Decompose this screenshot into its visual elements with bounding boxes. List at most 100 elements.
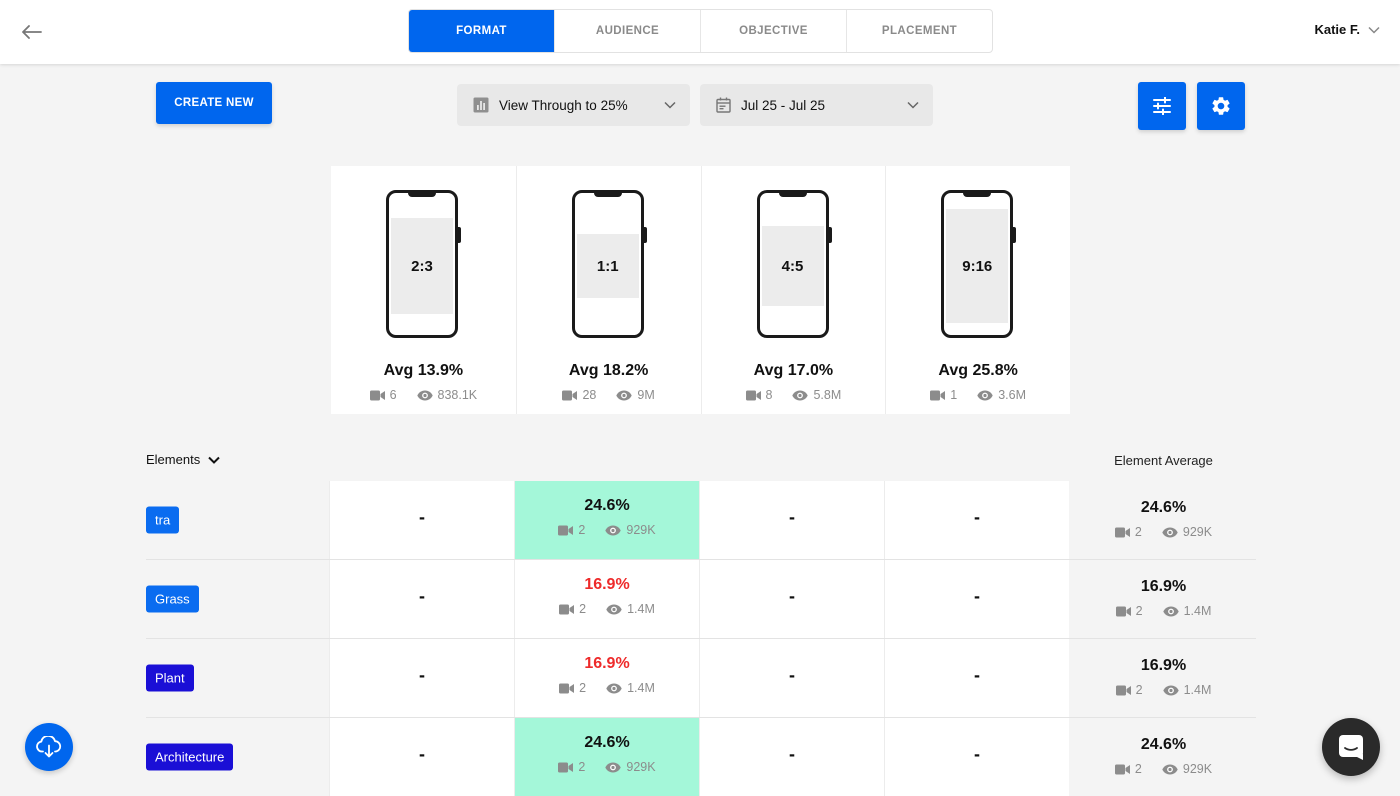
video-camera-icon: [1115, 606, 1131, 616]
format-cell-1-1[interactable]: 24.6% 2 929K: [514, 481, 699, 559]
video-camera-icon: [559, 683, 575, 693]
view-count: 1.4M: [1183, 604, 1212, 618]
element-tag[interactable]: Plant: [146, 664, 194, 692]
format-cell-1-1[interactable]: 16.9% 2 1.4M: [514, 639, 699, 717]
eye-icon: [1162, 685, 1179, 695]
date-range-dropdown[interactable]: Jul 25 - Jul 25: [700, 84, 933, 126]
eye-icon: [416, 390, 433, 400]
average-value: 24.6%: [1140, 736, 1187, 753]
download-button[interactable]: [25, 723, 73, 771]
tab-objective[interactable]: OBJECTIVE: [700, 10, 846, 52]
video-count: 2: [1135, 604, 1143, 618]
empty-value: -: [789, 507, 795, 527]
empty-value: -: [419, 586, 425, 606]
metric-dropdown[interactable]: View Through to 25%: [457, 84, 690, 126]
format-cell-empty: -: [884, 481, 1069, 559]
format-cell-empty: -: [884, 718, 1069, 796]
elements-label: Elements: [146, 452, 201, 467]
format-card-2-3[interactable]: 2:3 Avg 13.9% 6 838.1K: [331, 166, 516, 414]
empty-value: -: [419, 665, 425, 685]
user-menu[interactable]: Katie F.: [1314, 22, 1380, 37]
format-card-9-16[interactable]: 9:16 Avg 25.8% 1 3.6M: [885, 166, 1070, 414]
format-average: Avg 18.2%: [568, 362, 649, 379]
empty-value: -: [974, 744, 980, 764]
empty-value: -: [419, 744, 425, 764]
average-stats: 2 929K: [1071, 525, 1256, 539]
eye-icon: [616, 390, 633, 400]
eye-icon: [606, 604, 622, 614]
view-count: 1.4M: [627, 681, 655, 695]
element-average-cell: 16.9% 2 1.4M: [1071, 639, 1256, 717]
empty-value: -: [789, 586, 795, 606]
chevron-down-icon: [907, 101, 919, 109]
eye-icon: [1162, 764, 1178, 774]
format-cell-empty: -: [884, 639, 1069, 717]
video-count: 2: [579, 681, 587, 695]
format-card-4-5[interactable]: 4:5 Avg 17.0% 8 5.8M: [700, 166, 886, 414]
format-cell-empty: -: [699, 718, 884, 796]
video-count: 28: [582, 388, 597, 402]
view-tabs: FORMAT AUDIENCE OBJECTIVE PLACEMENT: [408, 9, 993, 53]
format-cards: 2:3 Avg 13.9% 6 838.1K 1:1 Avg 18.2% 28 …: [331, 166, 1070, 414]
average-stats: 2 1.4M: [1071, 604, 1256, 618]
element-average-cell: 16.9% 2 1.4M: [1071, 560, 1256, 638]
element-average-cell: 24.6% 2 929K: [1071, 481, 1256, 559]
format-stats: 6 838.1K: [331, 388, 516, 402]
create-new-button[interactable]: CREATE NEW: [156, 82, 272, 124]
eye-icon: [1162, 606, 1179, 616]
format-card-1-1[interactable]: 1:1 Avg 18.2% 28 9M: [515, 166, 701, 414]
metric-label: View Through to 25%: [499, 97, 628, 113]
aspect-ratio-label: 2:3: [391, 218, 453, 314]
view-count: 1.4M: [1183, 683, 1212, 697]
empty-value: -: [789, 665, 795, 685]
average-stats: 2 929K: [1071, 762, 1256, 776]
average-value: 24.6%: [1140, 499, 1187, 516]
phone-icon: 2:3: [386, 190, 461, 338]
cloud-download-icon: [36, 736, 62, 758]
cell-stats: 2 1.4M: [515, 602, 699, 616]
element-tag[interactable]: tra: [146, 506, 180, 534]
filter-button[interactable]: [1138, 82, 1186, 130]
element-average-header: Element Average: [1114, 453, 1213, 468]
empty-value: -: [974, 665, 980, 685]
empty-value: -: [419, 507, 425, 527]
elements-dropdown[interactable]: Elements: [146, 452, 220, 467]
format-average: Avg 25.8%: [938, 362, 1018, 379]
view-count: 1.4M: [627, 602, 655, 616]
format-average: Avg 13.9%: [383, 362, 464, 379]
settings-button[interactable]: [1197, 82, 1245, 130]
phone-icon: 9:16: [941, 190, 1017, 338]
format-cell-empty: -: [699, 560, 884, 638]
cell-value: 16.9%: [584, 576, 630, 593]
format-average: Avg 17.0%: [753, 362, 834, 379]
back-button[interactable]: [20, 20, 44, 44]
tab-format[interactable]: FORMAT: [409, 10, 554, 52]
view-count: 929K: [1182, 525, 1213, 539]
bar-chart-icon: [473, 97, 489, 113]
cell-stats: 2 1.4M: [515, 681, 699, 695]
format-cell-empty: -: [884, 560, 1069, 638]
format-cell-empty: -: [329, 560, 514, 638]
eye-icon: [1162, 527, 1178, 537]
eye-icon: [792, 390, 809, 400]
date-range-label: Jul 25 - Jul 25: [741, 97, 826, 113]
view-count: 3.6M: [998, 388, 1026, 402]
aspect-ratio-label: 1:1: [576, 234, 639, 298]
video-count: 6: [389, 388, 397, 402]
video-camera-icon: [369, 390, 385, 400]
format-cell-empty: -: [699, 481, 884, 559]
format-cell-1-1[interactable]: 16.9% 2 1.4M: [514, 560, 699, 638]
format-cell-empty: -: [329, 481, 514, 559]
tab-audience[interactable]: AUDIENCE: [554, 10, 700, 52]
cell-value: 16.9%: [584, 655, 630, 672]
element-tag[interactable]: Grass: [146, 585, 199, 613]
empty-value: -: [974, 586, 980, 606]
arrow-left-icon: [22, 25, 42, 39]
video-count: 8: [765, 388, 773, 402]
tab-placement[interactable]: PLACEMENT: [846, 10, 992, 52]
gear-icon: [1212, 97, 1230, 115]
empty-value: -: [974, 507, 980, 527]
format-cell-1-1[interactable]: 24.6% 2 929K: [514, 718, 699, 796]
chat-button[interactable]: [1322, 718, 1380, 776]
element-tag[interactable]: Architecture: [146, 743, 234, 771]
